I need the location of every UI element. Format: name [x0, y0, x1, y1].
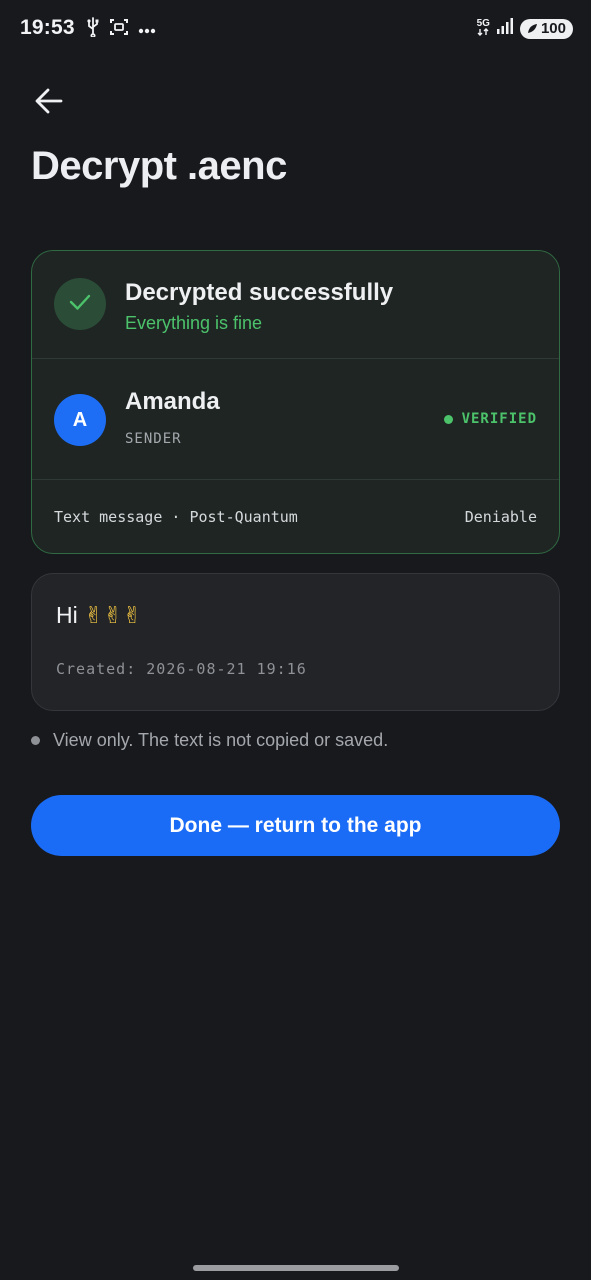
success-badge	[54, 278, 106, 330]
status-row: Decrypted successfully Everything is fin…	[32, 251, 559, 359]
meta-row: Text message · Post-Quantum Deniable	[32, 480, 559, 553]
status-title: Decrypted successfully	[125, 279, 394, 306]
battery-level: 100	[540, 20, 566, 37]
info-dot-icon	[31, 736, 40, 745]
view-only-note: View only. The text is not copied or sav…	[31, 730, 388, 751]
decrypt-screen: 19:53 5G 100 Decrypt .aenc Decrypted suc…	[0, 0, 591, 1280]
avatar: A	[54, 394, 106, 446]
home-indicator[interactable]	[193, 1265, 399, 1271]
usb-icon	[86, 17, 100, 42]
sender-role: SENDER	[125, 431, 182, 447]
note-text: View only. The text is not copied or sav…	[53, 730, 389, 750]
arrow-left-icon	[35, 88, 63, 119]
verified-dot-icon	[443, 414, 453, 424]
sender-row: A Amanda SENDER VERIFIED	[32, 359, 559, 480]
battery-icon: 100	[519, 18, 573, 39]
victory-hand-emoji-icon: ✌✌✌	[84, 603, 142, 629]
status-time: 19:53	[20, 16, 75, 39]
signal-icon	[496, 17, 514, 40]
message-text: Hi	[56, 602, 78, 628]
back-button[interactable]	[30, 86, 68, 120]
verified-badge: VERIFIED	[443, 411, 537, 427]
status-left-icons	[86, 17, 156, 42]
message-card: Hi ✌✌✌ Created: 2026-08-21 19:16	[31, 573, 560, 711]
created-timestamp: Created: 2026-08-21 19:16	[56, 660, 307, 678]
check-icon	[69, 293, 91, 316]
verified-label: VERIFIED	[461, 411, 537, 427]
decrypt-result-card: Decrypted successfully Everything is fin…	[31, 250, 560, 554]
screenshot-icon	[109, 17, 129, 42]
page-title: Decrypt .aenc	[31, 144, 287, 188]
status-bar: 19:53 5G 100	[0, 0, 591, 58]
message-content: Hi ✌✌✌	[56, 602, 142, 629]
done-button[interactable]: Done — return to the app	[31, 795, 560, 856]
sender-name: Amanda	[125, 388, 220, 415]
more-dots-icon	[138, 21, 156, 39]
status-subtitle: Everything is fine	[125, 313, 263, 333]
message-type: Text message · Post-Quantum	[54, 508, 298, 526]
deniable-label: Deniable	[464, 508, 537, 526]
network-type: 5G	[477, 19, 490, 38]
status-right-icons: 5G 100	[477, 17, 573, 40]
